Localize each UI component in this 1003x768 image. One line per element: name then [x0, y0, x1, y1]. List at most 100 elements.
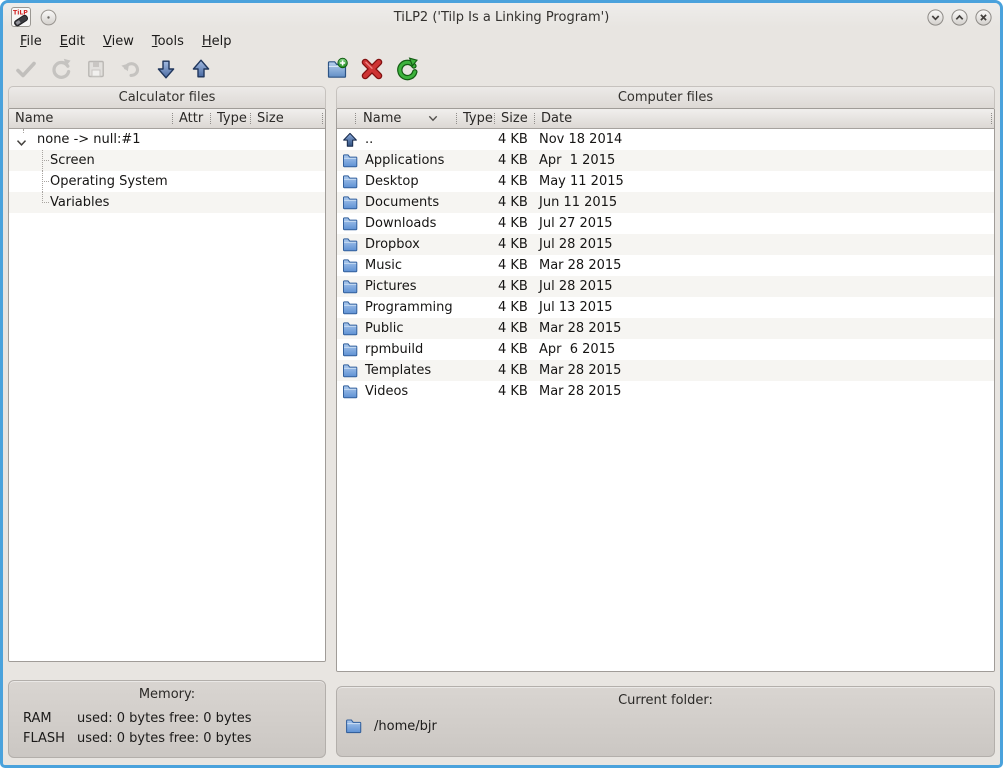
maximize-button[interactable]: [951, 9, 968, 26]
file-size: 4 KB: [494, 132, 534, 147]
tree-item-label: Variables: [50, 195, 109, 210]
computer-files-rows: ..4 KBNov 18 2014Applications4 KBApr 1 2…: [337, 129, 994, 671]
toolbar-refresh-files-button[interactable]: [395, 57, 419, 81]
file-row-downloads[interactable]: Downloads4 KBJul 27 2015: [337, 213, 994, 234]
folder-icon: [342, 195, 365, 211]
memory-panel: Memory: RAMused: 0 bytes free: 0 bytesFL…: [8, 680, 326, 758]
menu-item-file[interactable]: File: [11, 33, 51, 50]
menu-item-help[interactable]: Help: [193, 33, 241, 50]
calculator-files-rows: none -> null:#1 Screen Operating System Var…: [9, 129, 325, 661]
file-row-templates[interactable]: Templates4 KBMar 28 2015: [337, 360, 994, 381]
folder-icon: [342, 300, 365, 316]
file-date: Mar 28 2015: [534, 363, 994, 378]
minimize-button[interactable]: [927, 9, 944, 26]
computer-files-column-header: NameTypeSizeDate: [337, 109, 994, 129]
tree-item-variables[interactable]: Variables: [9, 192, 325, 213]
tree-item-label: Screen: [50, 153, 95, 168]
file-date: Apr 1 2015: [534, 153, 994, 168]
file-name: Music: [365, 258, 402, 273]
file-row-desktop[interactable]: Desktop4 KBMay 11 2015: [337, 171, 994, 192]
pin-icon[interactable]: [40, 9, 57, 26]
tree-item-screen[interactable]: Screen: [9, 150, 325, 171]
computer-column-header-date[interactable]: Date: [534, 109, 991, 128]
file-size: 4 KB: [494, 237, 534, 252]
toolbar-new-folder-button[interactable]: [325, 57, 349, 81]
memory-row-ram: RAMused: 0 bytes free: 0 bytes: [23, 709, 325, 729]
file-date: Jun 11 2015: [534, 195, 994, 210]
file-date: May 11 2015: [534, 174, 994, 189]
computer-column-header-size[interactable]: Size: [494, 109, 534, 128]
file-row-dropbox[interactable]: Dropbox4 KBJul 28 2015: [337, 234, 994, 255]
file-date: Jul 27 2015: [534, 216, 994, 231]
computer-files-list[interactable]: NameTypeSizeDate ..4 KBNov 18 2014Applic…: [336, 108, 995, 672]
computer-column-header-name[interactable]: Name: [337, 109, 456, 128]
file-name: ..: [365, 132, 373, 147]
current-folder-row: /home/bjr: [337, 718, 994, 735]
file-row-applications[interactable]: Applications 4 KBApr 1 2015: [337, 150, 994, 171]
file-date: Mar 28 2015: [534, 258, 994, 273]
file-size: 4 KB: [494, 384, 534, 399]
close-button[interactable]: [975, 9, 992, 26]
tree-guide: [42, 160, 49, 161]
file-row-music[interactable]: Music 4 KBMar 28 2015: [337, 255, 994, 276]
file-date: Apr 6 2015: [534, 342, 994, 357]
file-name: Downloads: [365, 216, 436, 231]
menu-item-edit[interactable]: Edit: [51, 33, 94, 50]
file-row-programming[interactable]: Programming4 KBJul 13 2015: [337, 297, 994, 318]
tree-root-row[interactable]: none -> null:#1: [9, 129, 325, 150]
file-row-videos[interactable]: Videos 4 KBMar 28 2015: [337, 381, 994, 402]
computer-column-header-type[interactable]: Type: [456, 109, 494, 128]
calculator-files-column-header: NameAttrTypeSize: [9, 109, 325, 129]
memory-panel-title: Memory:: [9, 687, 325, 702]
file-name: Applications: [365, 153, 444, 168]
memory-label: FLASH: [23, 729, 77, 749]
file-size: 4 KB: [494, 153, 534, 168]
calc-column-header-attr[interactable]: Attr: [172, 109, 210, 128]
file-name: Desktop: [365, 174, 419, 189]
calculator-files-list[interactable]: NameAttrTypeSize none -> null:#1 Screen Op…: [8, 108, 326, 662]
folder-icon: [342, 363, 365, 379]
file-row-rpmbuild[interactable]: rpmbuild 4 KBApr 6 2015: [337, 339, 994, 360]
toolbar-send-to-calculator-button[interactable]: [154, 57, 178, 81]
sort-chevron-icon: [428, 111, 438, 126]
file-date: Mar 28 2015: [534, 321, 994, 336]
folder-icon: [345, 718, 362, 735]
file-size: 4 KB: [494, 321, 534, 336]
memory-value: used: 0 bytes free: 0 bytes: [77, 709, 251, 729]
file-size: 4 KB: [494, 279, 534, 294]
folder-icon: [342, 321, 365, 337]
calc-column-header-size[interactable]: Size: [250, 109, 322, 128]
folder-icon: [342, 342, 365, 358]
toolbar-reload-button: [49, 57, 73, 81]
file-date: Mar 28 2015: [534, 384, 994, 399]
file-row-documents[interactable]: Documents4 KBJun 11 2015: [337, 192, 994, 213]
folder-icon: [342, 384, 365, 400]
file-row-public[interactable]: Public 4 KBMar 28 2015: [337, 318, 994, 339]
file-name: rpmbuild: [365, 342, 423, 357]
file-size: 4 KB: [494, 258, 534, 273]
window-title: TiLP2 ('Tilp Is a Linking Program'): [3, 10, 1000, 25]
tree-guide: [42, 202, 49, 203]
file-name: Videos: [365, 384, 408, 399]
tree-expander-icon[interactable]: [16, 136, 27, 144]
calc-column-header-name[interactable]: Name: [9, 109, 172, 128]
file-row-pictures[interactable]: Pictures4 KBJul 28 2015: [337, 276, 994, 297]
file-name: Public: [365, 321, 403, 336]
tree-item-operating-system[interactable]: Operating System: [9, 171, 325, 192]
tree-item-label: Operating System: [50, 174, 168, 189]
file-size: 4 KB: [494, 300, 534, 315]
folder-icon: [342, 237, 365, 253]
file-name: Documents: [365, 195, 439, 210]
file-row-parent-dir[interactable]: ..4 KBNov 18 2014: [337, 129, 994, 150]
tilp-app-icon[interactable]: TiLP: [11, 7, 31, 27]
toolbar-apply-button: [14, 57, 38, 81]
current-folder-panel: Current folder: /home/bjr: [336, 686, 995, 757]
file-size: 4 KB: [494, 342, 534, 357]
file-name: Dropbox: [365, 237, 420, 252]
calc-column-header-type[interactable]: Type: [210, 109, 250, 128]
toolbar-receive-from-calculator-button[interactable]: [189, 57, 213, 81]
calculator-files-column: Calculator files NameAttrTypeSize none -…: [8, 86, 326, 760]
toolbar-delete-button[interactable]: [360, 57, 384, 81]
menu-item-tools[interactable]: Tools: [143, 33, 193, 50]
menu-item-view[interactable]: View: [94, 33, 143, 50]
